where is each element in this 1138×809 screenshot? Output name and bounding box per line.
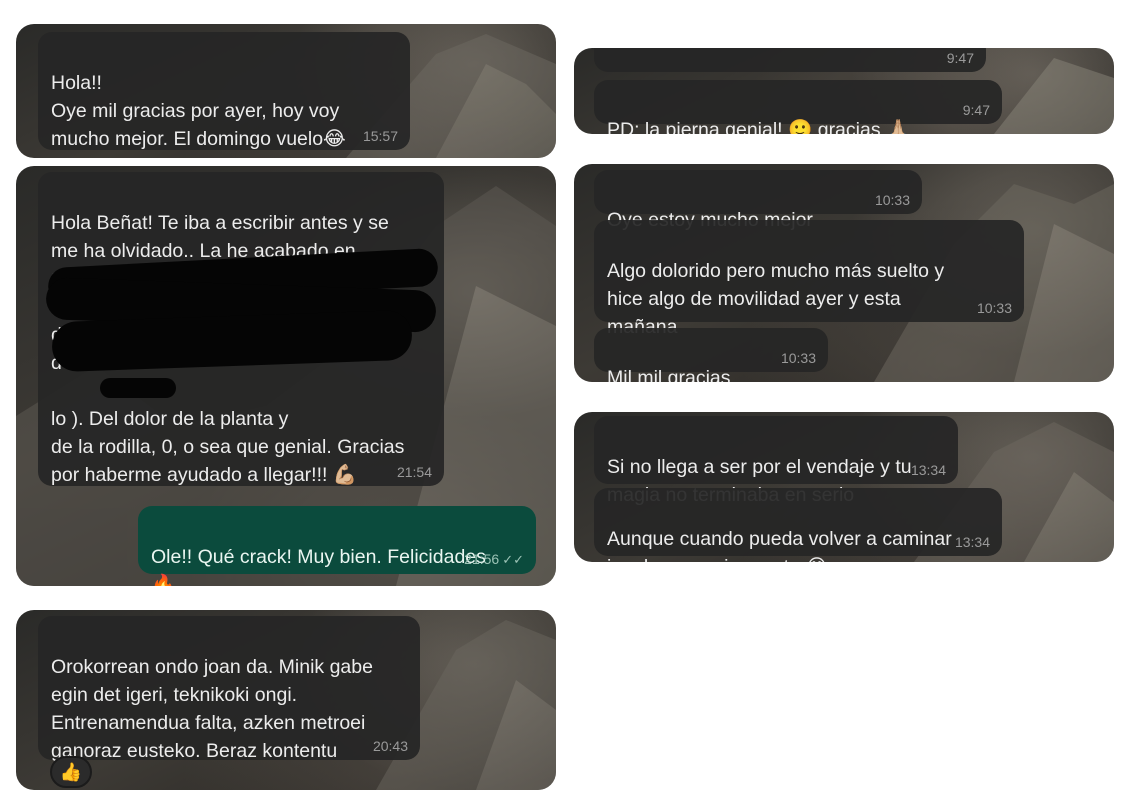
thumbs-up-icon: 👍 [59, 761, 83, 782]
incoming-message[interactable]: Mil mil gracias 10:33 [594, 328, 828, 382]
time-text: 21:56 [464, 551, 500, 567]
incoming-message-partial[interactable]: 9:47 [594, 48, 986, 72]
chat-screenshot-4: 9:47 PD: la pierna genial! 🙂 gracias 🙏🏼 … [574, 48, 1114, 134]
message-time: 13:34 [910, 462, 946, 478]
chat-screenshot-2: Hola Beñat! Te iba a escribir antes y se… [16, 166, 556, 586]
chat-screenshot-5: Oye estoy mucho mejor 10:33 Algo dolorid… [574, 164, 1114, 382]
redaction-scribble [100, 378, 176, 398]
message-text: Hola!! Oye mil gracias por ayer, hoy voy… [51, 72, 346, 150]
message-time: 20:43 [372, 738, 408, 754]
message-time: 21:54 [396, 464, 432, 480]
message-time: 10:33 [976, 300, 1012, 316]
incoming-message[interactable]: Algo dolorido pero mucho más suelto y hi… [594, 220, 1024, 338]
outgoing-message[interactable]: Ole!! Qué crack! Muy bien. Felicidades 🔥… [138, 506, 536, 586]
incoming-message[interactable]: Oye estoy mucho mejor 10:33 [594, 170, 922, 231]
chat-screenshot-6: Si no llega a ser por el vendaje y tu ma… [574, 412, 1114, 562]
message-time: 13:34 [954, 534, 990, 550]
incoming-message[interactable]: Si no llega a ser por el vendaje y tu ma… [594, 416, 958, 506]
chat-screenshot-3: Orokorrean ondo joan da. Minik gabe egin… [16, 610, 556, 790]
message-time: 9:47 [946, 50, 974, 66]
incoming-message[interactable]: Orokorrean ondo joan da. Minik gabe egin… [38, 616, 420, 762]
message-text: PD: la pierna genial! 🙂 gracias 🙏🏼 [607, 119, 911, 134]
message-time: 15:57 [362, 128, 398, 144]
chat-screenshot-1: Hola!! Oye mil gracias por ayer, hoy voy… [16, 24, 556, 158]
message-time: 10:33 [874, 192, 910, 208]
double-check-icon: ✓✓ [502, 552, 524, 567]
message-time: 21:56 ✓✓ [464, 551, 524, 568]
incoming-message[interactable]: Hola!! Oye mil gracias por ayer, hoy voy… [38, 32, 410, 150]
incoming-message[interactable]: Aunque cuando pueda volver a caminar igu… [594, 488, 1002, 562]
incoming-message[interactable]: PD: la pierna genial! 🙂 gracias 🙏🏼 9:47 [594, 80, 1002, 134]
thumbs-up-reaction[interactable]: 👍 [50, 756, 92, 788]
message-text: Orokorrean ondo joan da. Minik gabe egin… [51, 656, 373, 762]
message-text: Mil mil gracias [607, 367, 731, 382]
message-time: 10:33 [780, 350, 816, 366]
message-time: 9:47 [962, 102, 990, 118]
